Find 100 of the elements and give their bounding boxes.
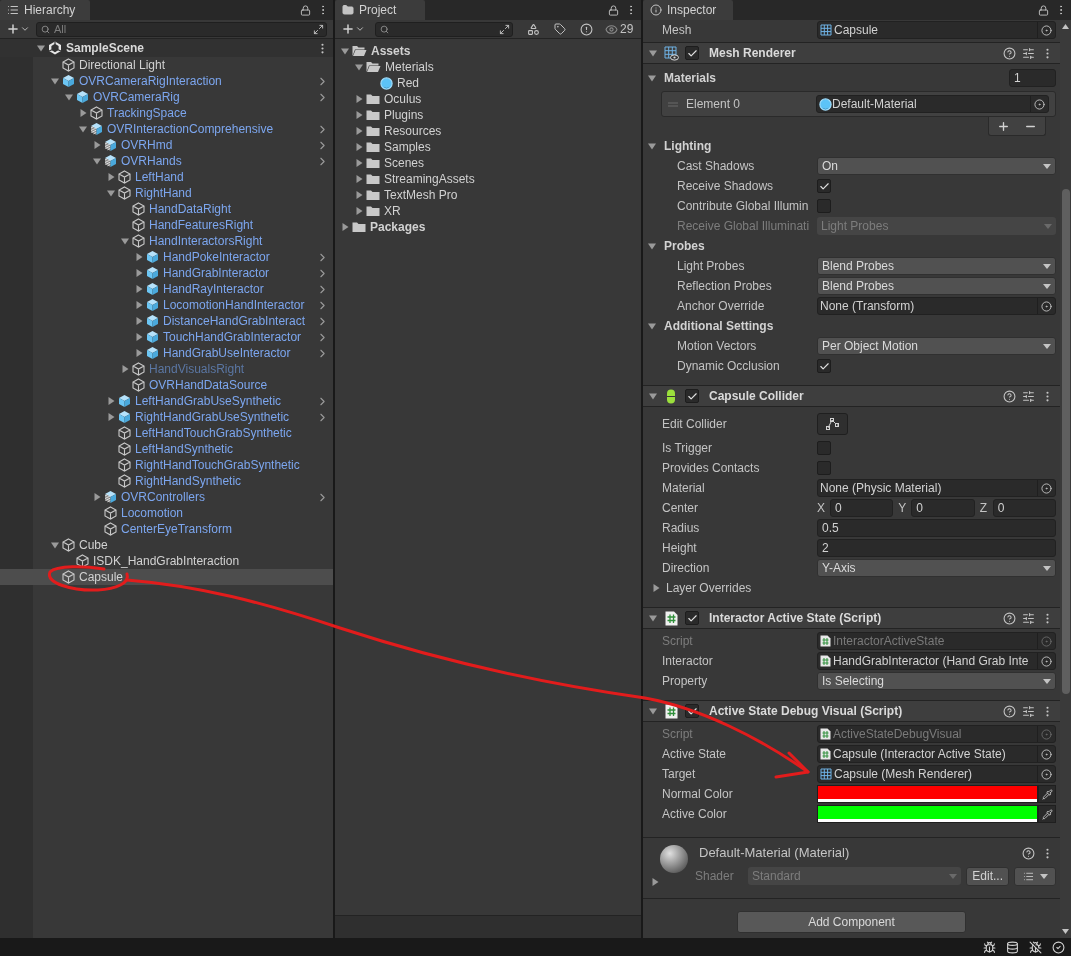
lock-icon[interactable]: [300, 4, 311, 16]
hierarchy-item[interactable]: DistanceHandGrabInteract: [0, 313, 333, 329]
hierarchy-item[interactable]: LeftHandTouchGrabSynthetic: [0, 425, 333, 441]
hierarchy-item[interactable]: RightHandTouchGrabSynthetic: [0, 457, 333, 473]
help-icon[interactable]: [1003, 46, 1016, 60]
collapsed-triangle-icon[interactable]: [107, 397, 115, 405]
hierarchy-item[interactable]: LocomotionHandInteractor: [0, 297, 333, 313]
visibility-toggle[interactable]: 29: [605, 20, 634, 38]
caret-icon[interactable]: [20, 24, 30, 34]
checkbox[interactable]: [685, 46, 699, 60]
scrollbar-thumb[interactable]: [1061, 189, 1070, 694]
color-field[interactable]: [817, 805, 1038, 823]
edit-shader-button[interactable]: Edit...: [966, 866, 1009, 886]
number-field[interactable]: 0.5: [817, 519, 1056, 537]
panel-tab[interactable]: Inspector: [643, 0, 733, 20]
object-field[interactable]: Default-Material: [816, 95, 1049, 113]
dropdown[interactable]: Y-Axis: [817, 559, 1056, 577]
collapsed-triangle-icon[interactable]: [651, 878, 659, 886]
hierarchy-item[interactable]: OVRHmd: [0, 137, 333, 153]
hierarchy-item[interactable]: Directional Light: [0, 57, 333, 73]
object-field[interactable]: None (Transform): [817, 297, 1056, 315]
help-icon[interactable]: [1003, 704, 1016, 718]
project-item[interactable]: Assets: [335, 43, 641, 59]
help-icon[interactable]: [1003, 389, 1016, 403]
object-picker-icon[interactable]: [1041, 655, 1052, 667]
collapsed-triangle-icon[interactable]: [355, 207, 363, 215]
caret-icon[interactable]: [355, 24, 365, 34]
hierarchy-item[interactable]: OVRCameraRigInteraction: [0, 73, 333, 89]
expanded-triangle-icon[interactable]: [648, 74, 656, 82]
expanded-triangle-icon[interactable]: [341, 47, 349, 55]
project-item[interactable]: StreamingAssets: [335, 171, 641, 187]
bug-icon[interactable]: [983, 940, 996, 954]
crossed-bug-icon[interactable]: [1029, 940, 1042, 954]
expanded-triangle-icon[interactable]: [355, 63, 363, 71]
count-field[interactable]: 1: [1009, 69, 1056, 87]
object-field[interactable]: Capsule: [817, 21, 1056, 39]
expanded-triangle-icon[interactable]: [107, 189, 115, 197]
object-picker-icon[interactable]: [1041, 300, 1052, 312]
add-component-button[interactable]: Add Component: [737, 911, 966, 933]
warning-icon[interactable]: [580, 22, 593, 36]
object-field[interactable]: HandGrabInteractor (Hand Grab Inte: [817, 652, 1056, 670]
collapsed-triangle-icon[interactable]: [355, 127, 363, 135]
checkbox[interactable]: [817, 179, 831, 193]
hierarchy-item[interactable]: Cube: [0, 537, 333, 553]
checkbox[interactable]: [817, 461, 831, 475]
project-item[interactable]: TextMesh Pro: [335, 187, 641, 203]
dropdown[interactable]: Per Object Motion: [817, 337, 1056, 355]
hierarchy-item[interactable]: LeftHandSynthetic: [0, 441, 333, 457]
hierarchy-item[interactable]: HandPokeInteractor: [0, 249, 333, 265]
collapsed-triangle-icon[interactable]: [135, 301, 143, 309]
project-item[interactable]: Meterials: [335, 59, 641, 75]
object-field[interactable]: Capsule (Interactor Active State): [817, 745, 1056, 763]
foldout-label[interactable]: Layer Overrides: [666, 579, 752, 597]
object-field[interactable]: None (Physic Material): [817, 479, 1056, 497]
hierarchy-item[interactable]: LeftHand: [0, 169, 333, 185]
collapsed-triangle-icon[interactable]: [355, 111, 363, 119]
presets-icon[interactable]: [1022, 389, 1035, 403]
search-field[interactable]: [375, 21, 513, 37]
help-icon[interactable]: [1003, 611, 1016, 625]
dropdown[interactable]: Blend Probes: [817, 277, 1056, 295]
hierarchy-item[interactable]: RightHandGrabUseSynthetic: [0, 409, 333, 425]
check-circle-icon[interactable]: [1052, 940, 1065, 954]
expanded-triangle-icon[interactable]: [93, 157, 101, 165]
hierarchy-item[interactable]: LeftHandGrabUseSynthetic: [0, 393, 333, 409]
shapes-icon[interactable]: [527, 22, 540, 36]
expanded-triangle-icon[interactable]: [79, 125, 87, 133]
project-item[interactable]: Scenes: [335, 155, 641, 171]
object-picker-icon[interactable]: [1041, 482, 1052, 494]
expanded-triangle-icon[interactable]: [648, 242, 656, 250]
expanded-triangle-icon[interactable]: [65, 93, 73, 101]
search-field[interactable]: All: [36, 21, 327, 37]
scroll-down-arrow-icon[interactable]: [1062, 929, 1069, 934]
expanded-triangle-icon[interactable]: [121, 237, 129, 245]
hierarchy-item[interactable]: Capsule: [0, 569, 333, 585]
database-icon[interactable]: [1006, 940, 1019, 954]
object-field[interactable]: Capsule (Mesh Renderer): [817, 765, 1056, 783]
hierarchy-item[interactable]: HandDataRight: [0, 201, 333, 217]
project-item[interactable]: Red: [335, 75, 641, 91]
expanded-triangle-icon[interactable]: [51, 541, 59, 549]
add-icon[interactable]: [6, 22, 20, 36]
hierarchy-item[interactable]: ISDK_HandGrabInteraction: [0, 553, 333, 569]
project-item[interactable]: Plugins: [335, 107, 641, 123]
hierarchy-item[interactable]: HandGrabInteractor: [0, 265, 333, 281]
collapsed-triangle-icon[interactable]: [135, 285, 143, 293]
checkbox[interactable]: [817, 359, 831, 373]
expanded-triangle-icon[interactable]: [649, 707, 657, 715]
hierarchy-item[interactable]: TouchHandGrabInteractor: [0, 329, 333, 345]
tag-icon[interactable]: [554, 23, 566, 35]
collapsed-triangle-icon[interactable]: [341, 223, 349, 231]
expanded-triangle-icon[interactable]: [648, 322, 656, 330]
hierarchy-item[interactable]: RightHandSynthetic: [0, 473, 333, 489]
dropdown[interactable]: Is Selecting: [817, 672, 1056, 690]
collapsed-triangle-icon[interactable]: [79, 109, 87, 117]
object-picker-icon[interactable]: [1034, 98, 1045, 110]
collapsed-triangle-icon[interactable]: [135, 253, 143, 261]
checkbox[interactable]: [685, 611, 699, 625]
hierarchy-item[interactable]: HandInteractorsRight: [0, 233, 333, 249]
add-element-button[interactable]: [997, 119, 1010, 133]
collapsed-triangle-icon[interactable]: [355, 143, 363, 151]
eyedropper-icon[interactable]: [1041, 788, 1053, 800]
